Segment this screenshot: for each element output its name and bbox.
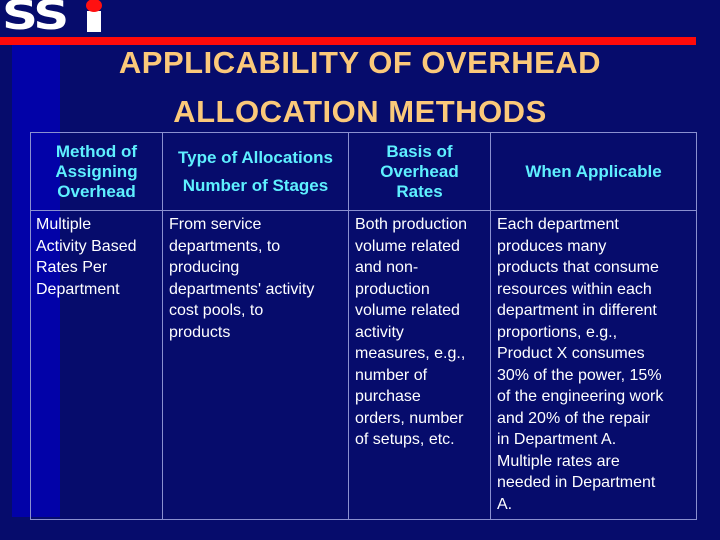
header-basis-text: Basis of Overhead Rates — [380, 141, 459, 201]
header-type-line-1: Type of Allocations — [178, 147, 333, 167]
slide-title-line-2: ALLOCATION METHODS — [173, 94, 547, 129]
cell-method: Multiple Activity Based Rates Per Depart… — [30, 210, 163, 520]
table-header-row: Method of Assigning Overhead Type of All… — [30, 132, 697, 211]
cell-basis: Both production volume related and non- … — [348, 210, 491, 520]
header-method: Method of Assigning Overhead — [30, 132, 163, 211]
ssi-logo: SS — [2, 0, 102, 39]
logo-text: SS — [2, 0, 69, 39]
header-basis: Basis of Overhead Rates — [348, 132, 491, 211]
header-method-text: Method of Assigning Overhead — [55, 141, 138, 201]
allocation-methods-table: Method of Assigning Overhead Type of All… — [30, 132, 697, 520]
header-red-rule — [0, 37, 696, 45]
header-when: When Applicable — [490, 132, 697, 211]
cell-when: Each department produces many products t… — [490, 210, 697, 520]
table-row: Multiple Activity Based Rates Per Depart… — [30, 210, 697, 520]
header-when-text: When Applicable — [525, 161, 662, 181]
header-type: Type of Allocations Number of Stages — [162, 132, 349, 211]
header-type-line-2: Number of Stages — [182, 175, 329, 195]
slide-title-line-1: APPLICABILITY OF OVERHEAD — [118, 45, 602, 80]
cell-type: From service departments, to producing d… — [162, 210, 349, 520]
logo-i-stem — [87, 11, 101, 32]
